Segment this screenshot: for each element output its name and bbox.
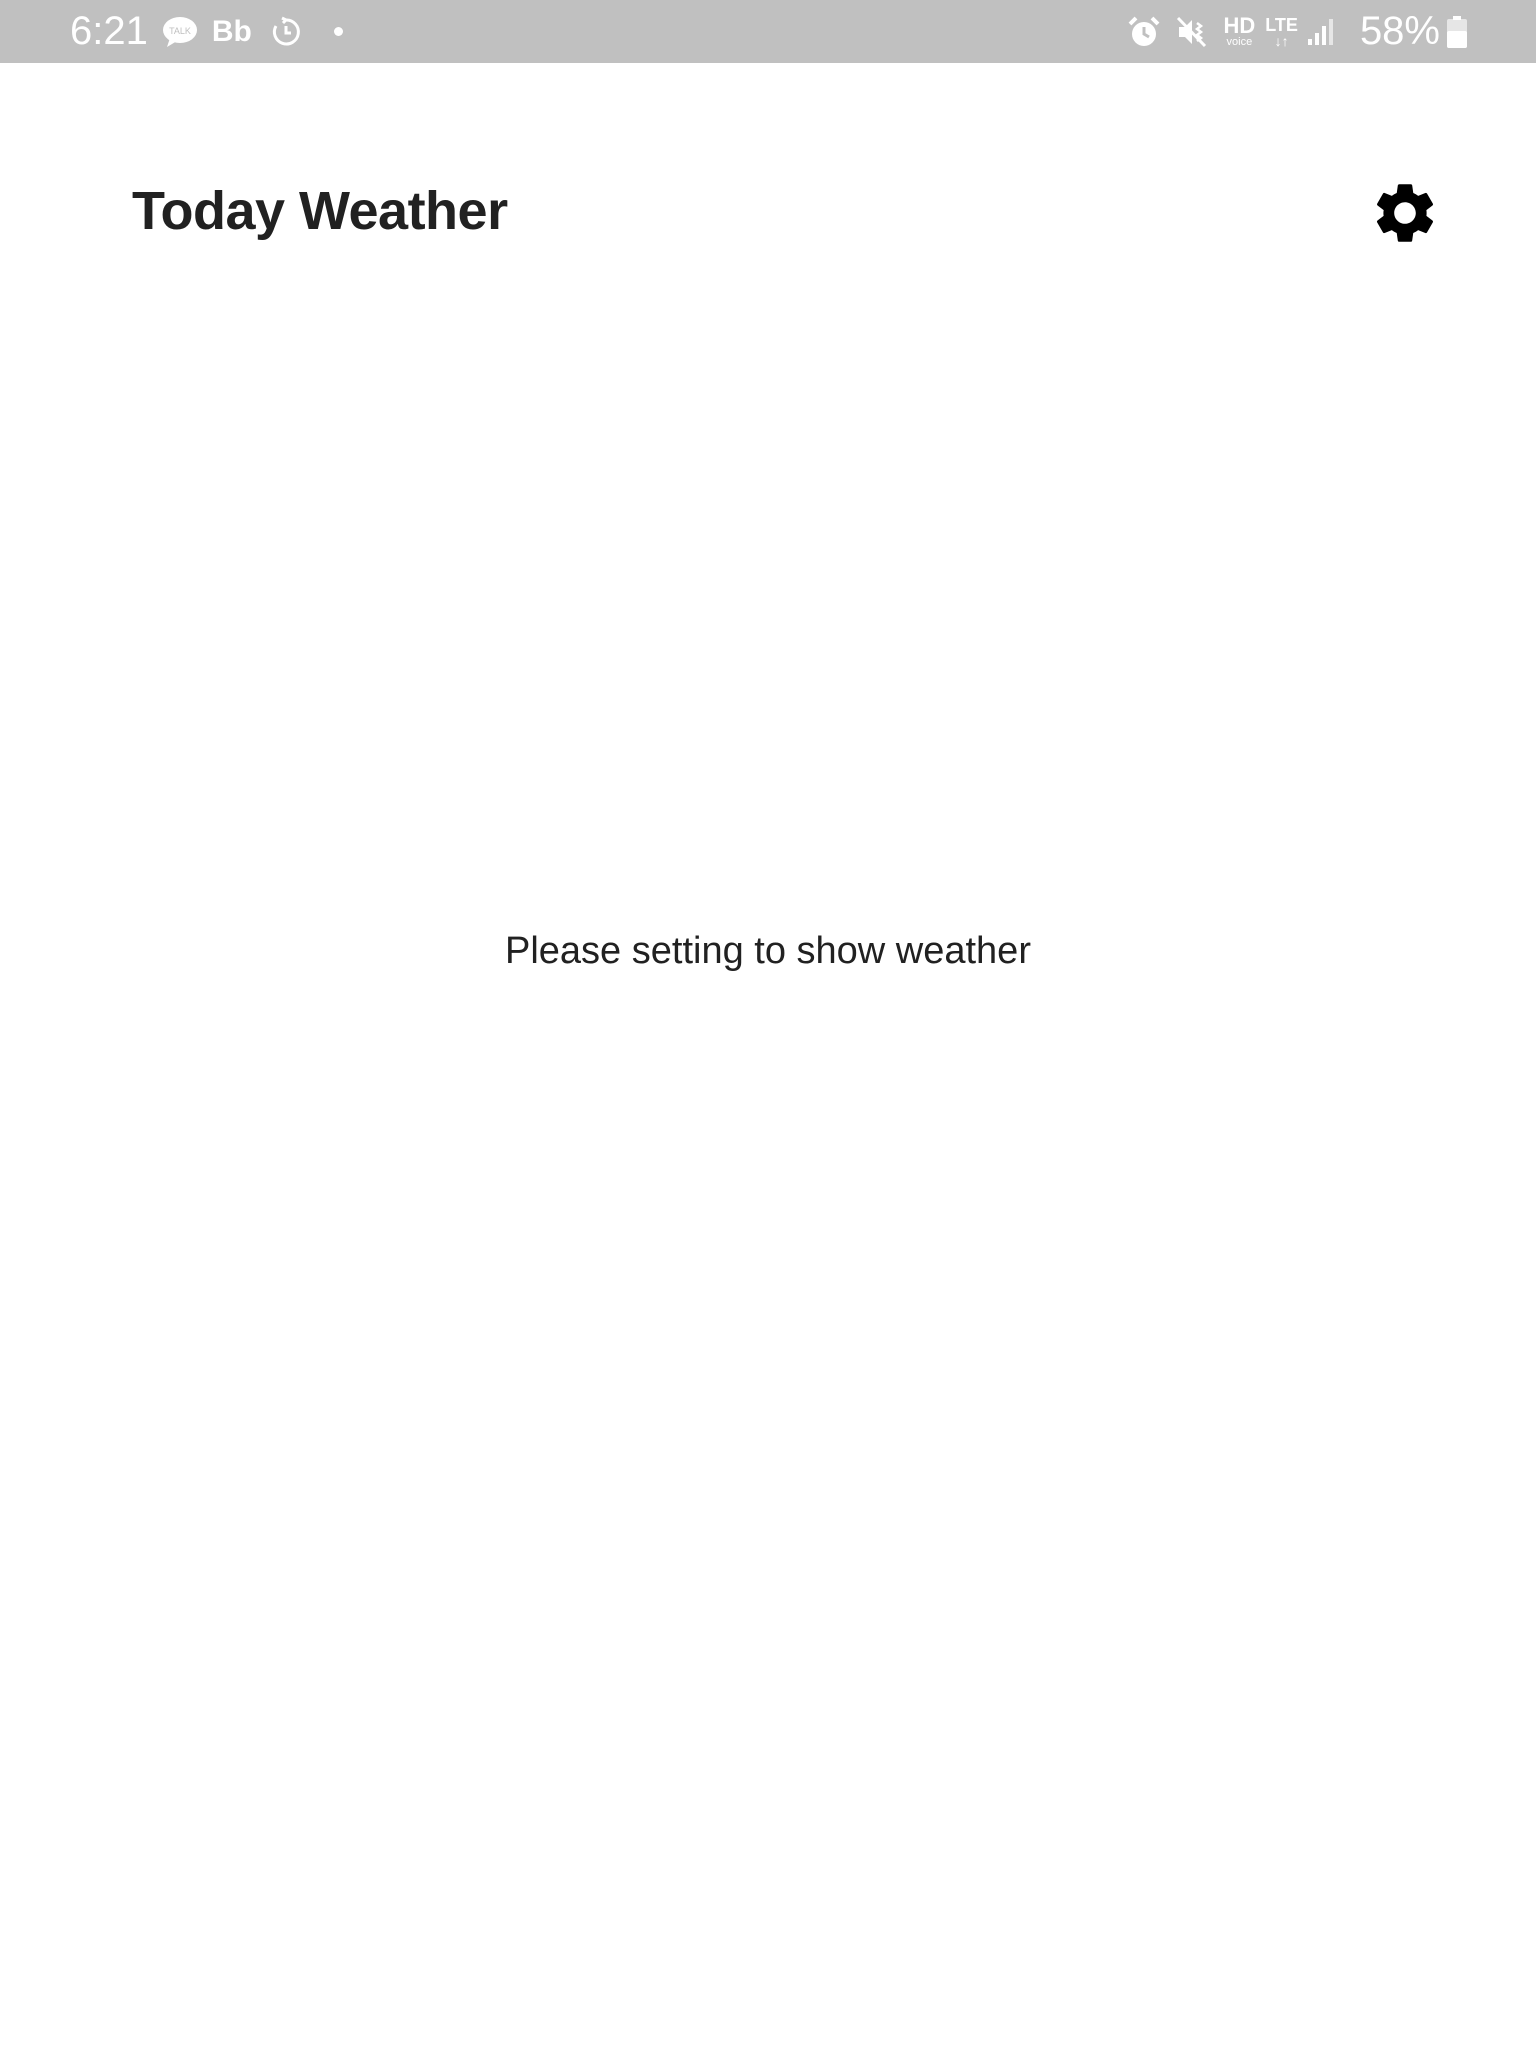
battery-icon <box>1446 15 1468 49</box>
vibrate-mute-icon <box>1175 15 1209 49</box>
settings-button[interactable] <box>1364 172 1446 254</box>
signal-icon <box>1306 17 1336 47</box>
status-time: 6:21 <box>70 9 148 53</box>
app-screen: 6:21 TALK Bb HD voice LTE ↓↑ 58% Today W… <box>0 0 1536 2048</box>
lte-label: LTE <box>1265 14 1298 35</box>
bb-icon: Bb <box>211 14 252 48</box>
gear-icon <box>1369 177 1441 249</box>
hd-sub-label: voice <box>1226 36 1253 48</box>
empty-state-message: Please setting to show weather <box>505 930 1031 972</box>
svg-text:TALK: TALK <box>169 26 191 36</box>
status-bar-right: HD voice LTE ↓↑ 58% <box>1127 0 1468 63</box>
page-title: Today Weather <box>132 181 508 241</box>
alarm-icon <box>1127 15 1161 49</box>
kakaotalk-icon: TALK <box>162 16 198 48</box>
battery-percent: 58% <box>1359 9 1440 53</box>
lte-icon: LTE ↓↑ <box>1265 16 1298 48</box>
status-bar: 6:21 TALK Bb HD voice LTE ↓↑ 58% <box>0 0 1536 63</box>
lte-arrows: ↓↑ <box>1274 32 1289 49</box>
status-bar-left: 6:21 TALK Bb <box>70 0 343 63</box>
hd-voice-icon: HD voice <box>1223 15 1255 48</box>
timer-icon <box>270 16 302 48</box>
dot-icon <box>333 27 343 36</box>
hd-label: HD <box>1223 13 1256 38</box>
